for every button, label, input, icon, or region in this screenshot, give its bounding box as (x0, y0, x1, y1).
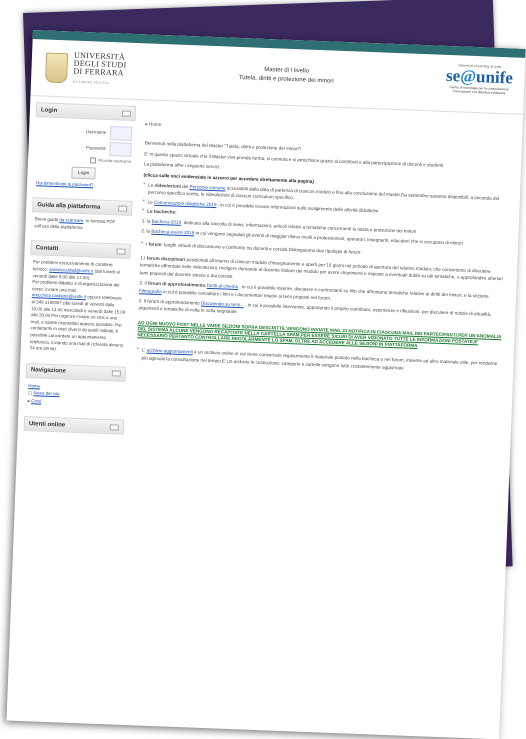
password-row: Password (37, 139, 132, 157)
university-name-line: DI FERRARA (73, 66, 124, 78)
password-input[interactable] (109, 142, 132, 157)
site-title: Master di I livello Tutela, diritti e pr… (196, 63, 377, 88)
brand-logo-se: se (445, 65, 461, 86)
common-path-link[interactable]: Percorso comune (189, 184, 225, 190)
bacheca-2019-link[interactable]: Bacheca 2019 (152, 218, 182, 224)
item-bold: videolezioni (154, 182, 182, 189)
navigation-block-body: Home ▢ News del sito ▸ Corsi (24, 378, 125, 414)
nav-item-courses-label[interactable]: Corsi (31, 398, 41, 403)
username-row: Username (38, 123, 133, 141)
remember-row: Ricorda username (37, 155, 131, 165)
main-area: Login Username Password Ricorda username (17, 96, 523, 457)
discussion-forum-link[interactable]: Discutendo su temi... (201, 301, 244, 308)
browser-page: UNIVERSITÀ DEGLI STUDI DI FERRARA EX LAB… (6, 30, 526, 739)
item-text: 3. Il forum di approfondimento (138, 298, 202, 306)
item-bold: forum di approfondimento (147, 280, 206, 288)
main-content: ▸ Home Benvenuti nella piattaforma del M… (123, 100, 523, 457)
contacts-text: Per problemi didattici e di organizzazio… (31, 279, 120, 293)
guide-block-body: Breve guida da scaricare, in formato PDF… (31, 212, 132, 237)
item-text: posizionati all'interno di ciascun modul… (139, 256, 503, 282)
tech-support-email[interactable]: assistenzafad@unife.it (49, 267, 93, 274)
breadcrumb-home[interactable]: Home (149, 122, 161, 127)
nav-item-news-label[interactable]: News del sito (33, 391, 59, 397)
online-users-header: Utenti online (23, 416, 125, 436)
login-block: Login Username Password Ricorda username (33, 102, 137, 194)
university-crest-icon (44, 52, 69, 84)
list-item: • L' archivio aggiornamenti è un archivio… (136, 347, 503, 376)
guide-block: Guida alla piattaforma Breve guida da sc… (31, 197, 133, 237)
remember-checkbox[interactable] (90, 157, 97, 164)
item-bold: forum disciplinari (146, 255, 186, 262)
username-label: Username (85, 128, 107, 135)
cinema-forum-link[interactable]: Diritti al cinema (207, 283, 239, 289)
username-input[interactable] (109, 126, 133, 141)
bullet-icon: • (143, 181, 146, 188)
item-text: 2. la (141, 228, 152, 234)
bacheca-eventi-link[interactable]: Bacheca eventi 2019 (151, 229, 194, 236)
bullet-icon: • (140, 240, 144, 247)
bacheche-heading: Le bacheche: (147, 208, 177, 215)
filmography-link[interactable]: Filmografia (139, 288, 162, 294)
navigation-block-title: Navigazione (30, 367, 67, 375)
online-users-title: Utenti online (28, 421, 66, 429)
communications-link[interactable]: Comunicazioni didattiche 2019 (154, 200, 217, 207)
brand-logo-unife: unife (475, 67, 514, 88)
contacts-block-body: Per problemi esclusivamente di carattere… (26, 255, 130, 359)
guide-download-link[interactable]: da scaricare (59, 217, 83, 223)
item-text: è un archivio online in cui viene conser… (141, 349, 498, 371)
guide-block-title: Guida alla piattaforma (37, 201, 101, 211)
item-bold: forum (148, 242, 162, 248)
navigation-block: Navigazione Home ▢ News del sito ▸ Corsi (24, 362, 127, 414)
block-toggle-icon[interactable] (116, 248, 126, 255)
forgot-password-link[interactable]: Hai dimenticato la password? (36, 180, 94, 187)
bullet-icon: • (142, 207, 145, 214)
item-text: 1. la (141, 217, 152, 224)
brand-logo-at: @ (459, 66, 477, 87)
guide-text: Breve guida (34, 216, 60, 223)
contacts-block: Contatti Per problemi esclusivamente di … (26, 240, 131, 359)
remember-label: Ricorda username (98, 157, 132, 164)
item-text: : luoghi virtuali di discussione e confr… (161, 242, 362, 256)
login-button[interactable]: Login (71, 166, 96, 180)
login-block-body: Username Password Ricorda username Login… (33, 117, 136, 194)
breadcrumb: ▸ Home (145, 121, 162, 127)
contacts-text: oppure telefonare al 349.3190097 (dal lu… (29, 294, 126, 352)
university-motto: EX LABORE FRUCTUS (72, 79, 110, 85)
bullet-icon: • (136, 346, 140, 353)
contacts-block-title: Contatti (35, 245, 59, 253)
block-toggle-icon[interactable] (111, 370, 121, 377)
block-toggle-icon[interactable] (118, 205, 128, 212)
bullet-icon: • (142, 198, 145, 205)
password-label: Password (86, 144, 106, 151)
university-logo[interactable]: UNIVERSITÀ DEGLI STUDI DI FERRARA EX LAB… (72, 51, 127, 88)
block-toggle-icon[interactable] (121, 109, 131, 117)
online-users-block: Utenti online (23, 416, 125, 436)
block-toggle-icon[interactable] (109, 424, 119, 431)
sidebar: Login Username Password Ricorda username (17, 96, 137, 442)
login-block-title: Login (40, 106, 58, 114)
item-text: 2. Il (139, 280, 149, 286)
archive-link[interactable]: archivio aggiornamenti (147, 348, 193, 355)
seunife-logo[interactable]: Sistemi di eLearning di Unife se@unife C… (444, 63, 515, 96)
